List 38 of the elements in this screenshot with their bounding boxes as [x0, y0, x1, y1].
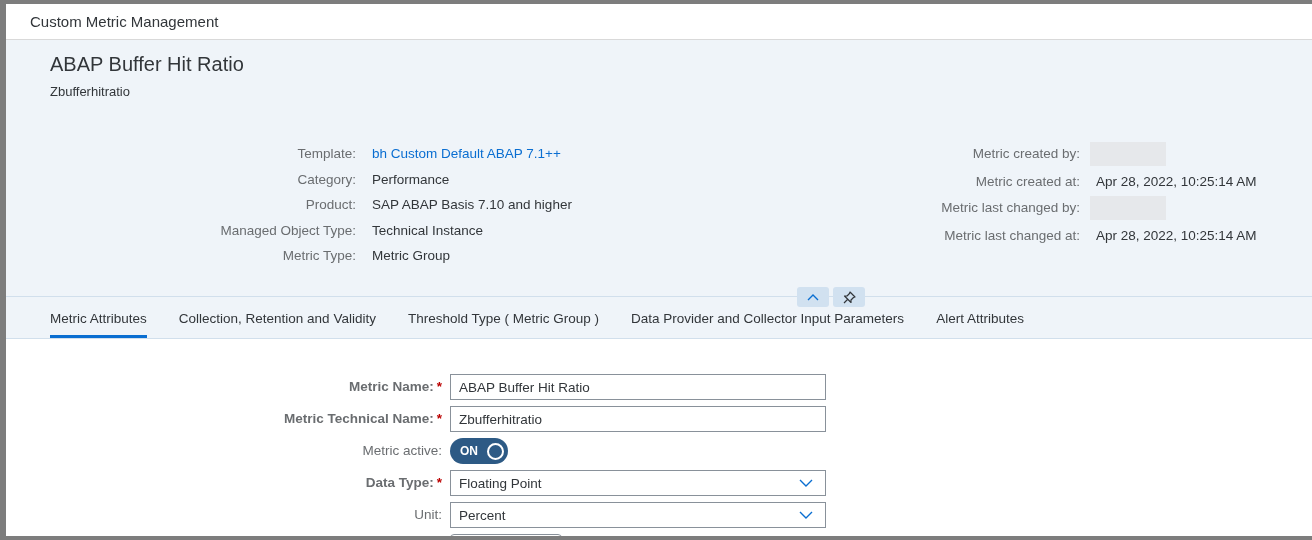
attribute-label: Template:	[296, 145, 356, 163]
template-link[interactable]: bh Custom Default ABAP 7.1++	[372, 145, 700, 164]
attribute-label: Metric created by:	[971, 145, 1080, 163]
chevron-down-icon	[799, 479, 813, 487]
tab[interactable]: Collection, Retention and Validity	[178, 297, 376, 338]
field-label: Metric active:	[361, 442, 442, 460]
pin-icon	[842, 290, 856, 304]
attribute-label: Metric last changed at:	[943, 226, 1080, 245]
tab[interactable]: Threshold Type ( Metric Group )	[407, 297, 599, 338]
attribute-value: Metric Group	[372, 247, 452, 265]
attribute-value: Apr 28, 2022, 10:25:14 AM	[1096, 173, 1257, 191]
field-label: Unit:	[413, 506, 442, 524]
attribute-label: Category:	[296, 170, 356, 189]
attribute-value: Apr 28, 2022, 10:25:14 AM	[1096, 226, 1257, 245]
attribute-label: Product:	[304, 196, 356, 214]
field-label: Metric Name: *	[347, 378, 442, 396]
pin-button[interactable]	[833, 287, 865, 307]
object-title: ABAP Buffer Hit Ratio	[50, 52, 245, 76]
chevron-up-icon	[807, 293, 819, 301]
input-field[interactable]: Zbufferhitratio	[450, 406, 826, 432]
attribute-label: Metric Type:	[281, 247, 356, 265]
input-field[interactable]: ABAP Buffer Hit Ratio	[450, 374, 826, 400]
field-label: Metric Technical Name: *	[282, 410, 442, 428]
toggle-switch[interactable]: ON	[450, 438, 508, 464]
attribute-label: Managed Object Type:	[219, 221, 356, 240]
field-label: Data Type: *	[364, 474, 442, 492]
dropdown-field[interactable]: Floating Point	[450, 470, 826, 496]
attribute-label: Metric last changed by:	[940, 198, 1080, 217]
dropdown-field[interactable]: Percent	[450, 502, 826, 528]
attribute-value: Performance	[372, 170, 451, 189]
tab[interactable]: Metric Attributes	[50, 297, 147, 338]
object-subtitle: Zbufferhitratio	[50, 84, 131, 99]
attribute-label: Metric created at:	[974, 173, 1080, 191]
chevron-down-icon	[799, 511, 813, 519]
tab[interactable]: Alert Attributes	[936, 297, 1024, 338]
tab[interactable]: Data Provider and Collector Input Parameters	[631, 297, 905, 338]
attribute-value: Technical Instance	[372, 221, 485, 240]
attribute-value: SAP ABAP Basis 7.10 and higher	[372, 196, 573, 214]
